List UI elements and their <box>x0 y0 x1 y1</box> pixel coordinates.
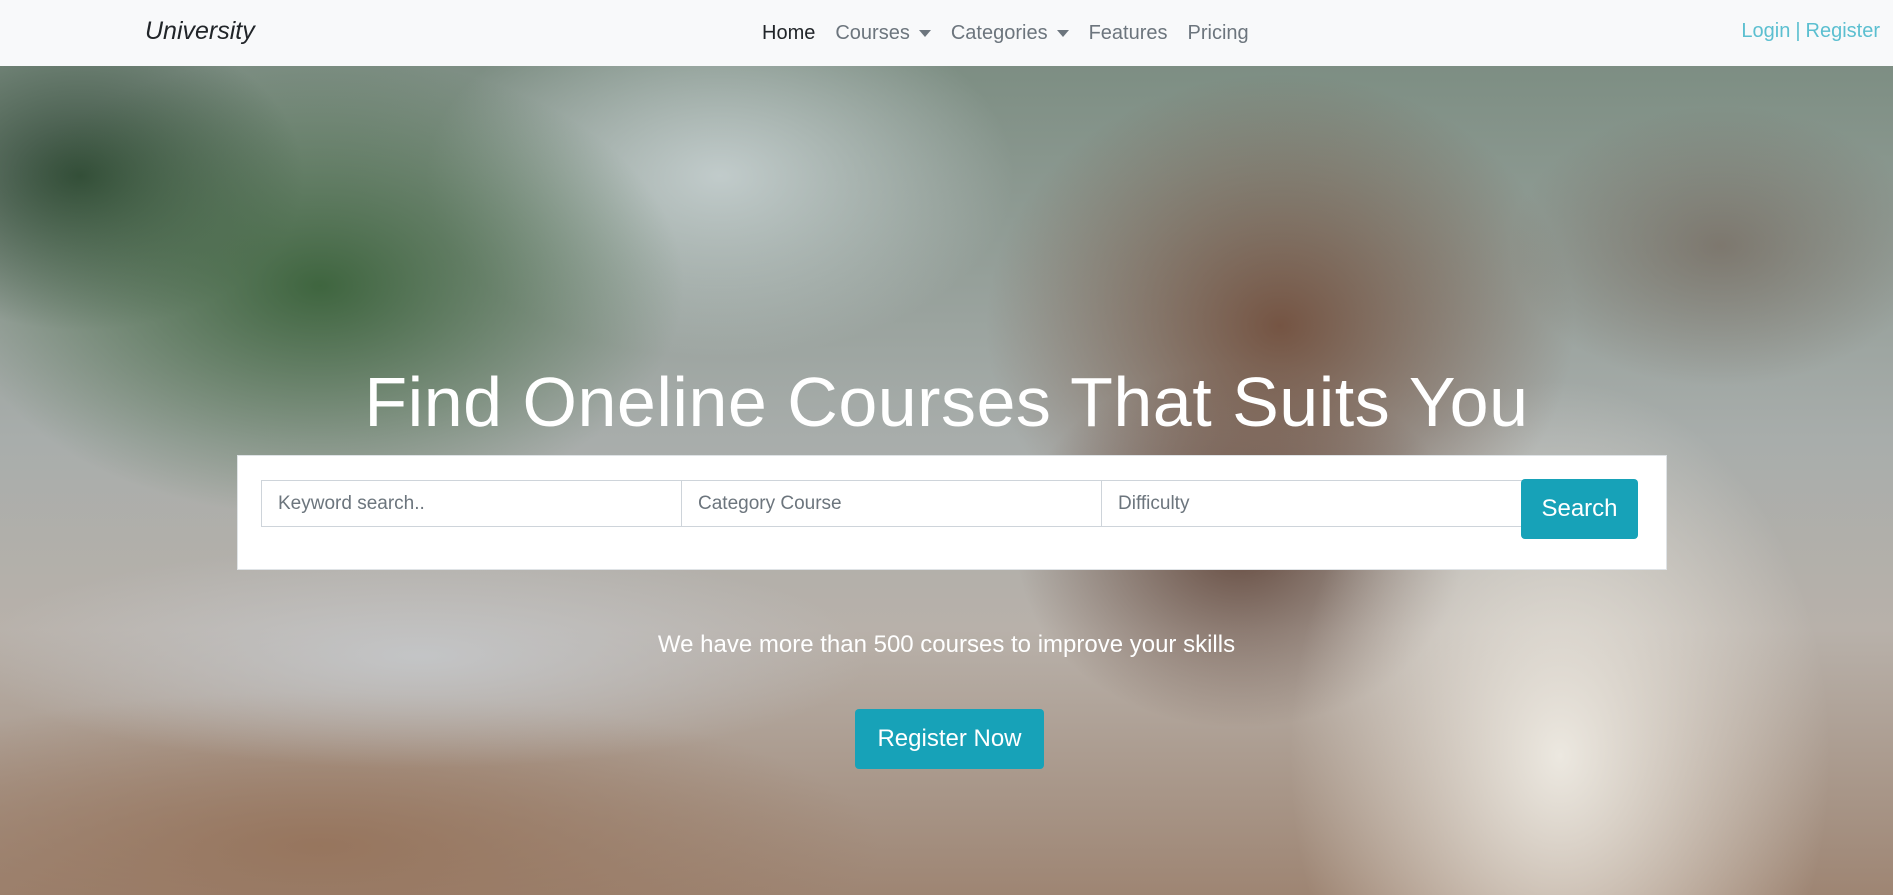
register-now-button[interactable]: Register Now <box>855 709 1044 769</box>
caret-down-icon <box>918 29 931 37</box>
nav-link-features-label: Features <box>1088 21 1168 44</box>
nav-dropdown-courses-label: Courses <box>835 21 910 44</box>
nav-link-home-label: Home <box>762 21 816 44</box>
nav-link-pricing-label: Pricing <box>1187 21 1249 44</box>
nav-link-pricing[interactable]: Pricing <box>1188 22 1249 45</box>
nav-dropdown-categories[interactable]: Categories <box>951 22 1069 45</box>
caret-down-icon <box>1056 29 1069 37</box>
auth-separator: | <box>1795 20 1801 42</box>
hero-title: Find Oneline Courses That Suits You <box>364 363 1529 441</box>
difficulty-input[interactable] <box>1101 480 1525 527</box>
main-nav: Home Courses Categories Features Pricing <box>762 0 1249 66</box>
top-navbar: University Home Courses Categories Featu… <box>0 0 1893 66</box>
nav-link-features[interactable]: Features <box>1089 22 1168 45</box>
nav-dropdown-courses[interactable]: Courses <box>835 21 931 45</box>
hero-tagline: We have more than 500 courses to improve… <box>657 631 1236 658</box>
nav-link-home[interactable]: Home <box>762 22 815 45</box>
brand-logo[interactable]: University <box>145 17 255 46</box>
nav-dropdown-categories-label: Categories <box>950 21 1048 44</box>
keyword-search-input[interactable] <box>261 480 682 527</box>
login-link[interactable]: Login <box>1741 20 1790 42</box>
hero-banner: Find Oneline Courses That Suits You Sear… <box>0 66 1893 895</box>
auth-links: Login | Register <box>1741 20 1880 43</box>
course-search-card: Search <box>237 455 1667 570</box>
category-course-input[interactable] <box>681 480 1102 527</box>
search-button[interactable]: Search <box>1521 479 1638 539</box>
register-link[interactable]: Register <box>1806 20 1880 42</box>
